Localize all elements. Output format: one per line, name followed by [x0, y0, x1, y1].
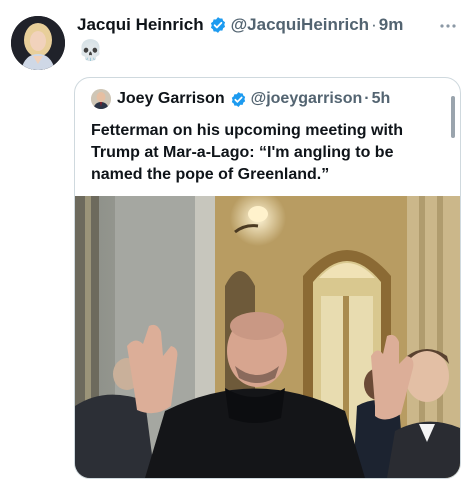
author-name[interactable]: Jacqui Heinrich [77, 14, 204, 36]
more-icon[interactable] [439, 16, 457, 32]
tweet-text: 💀 [78, 40, 103, 62]
author-handle[interactable]: @JacquiHeinrich [231, 14, 369, 36]
quoted-tweet-card[interactable]: Joey Garrison @joeygarrison · 5h Fetterm… [74, 77, 461, 479]
tweet-header: Jacqui Heinrich @JacquiHeinrich · 9m [77, 14, 403, 36]
separator-dot: · [371, 15, 377, 34]
verified-badge-icon [210, 17, 225, 33]
quoted-verified-badge-icon [231, 91, 245, 107]
quoted-author-handle[interactable]: @joeygarrison [251, 88, 363, 110]
tweet-timestamp[interactable]: 9m [379, 14, 404, 36]
author-avatar[interactable] [11, 16, 65, 70]
quoted-author-name[interactable]: Joey Garrison [117, 88, 225, 110]
quoted-separator-dot: · [364, 90, 370, 107]
scrollbar-thumb[interactable] [451, 96, 455, 138]
quoted-tweet-header: Joey Garrison @joeygarrison · 5h [91, 88, 390, 110]
quoted-author-avatar [91, 89, 111, 109]
quoted-timestamp[interactable]: 5h [372, 88, 391, 110]
quoted-tweet-photo[interactable] [75, 190, 460, 478]
quoted-tweet-text: Fetterman on his upcoming meeting with T… [91, 122, 404, 183]
